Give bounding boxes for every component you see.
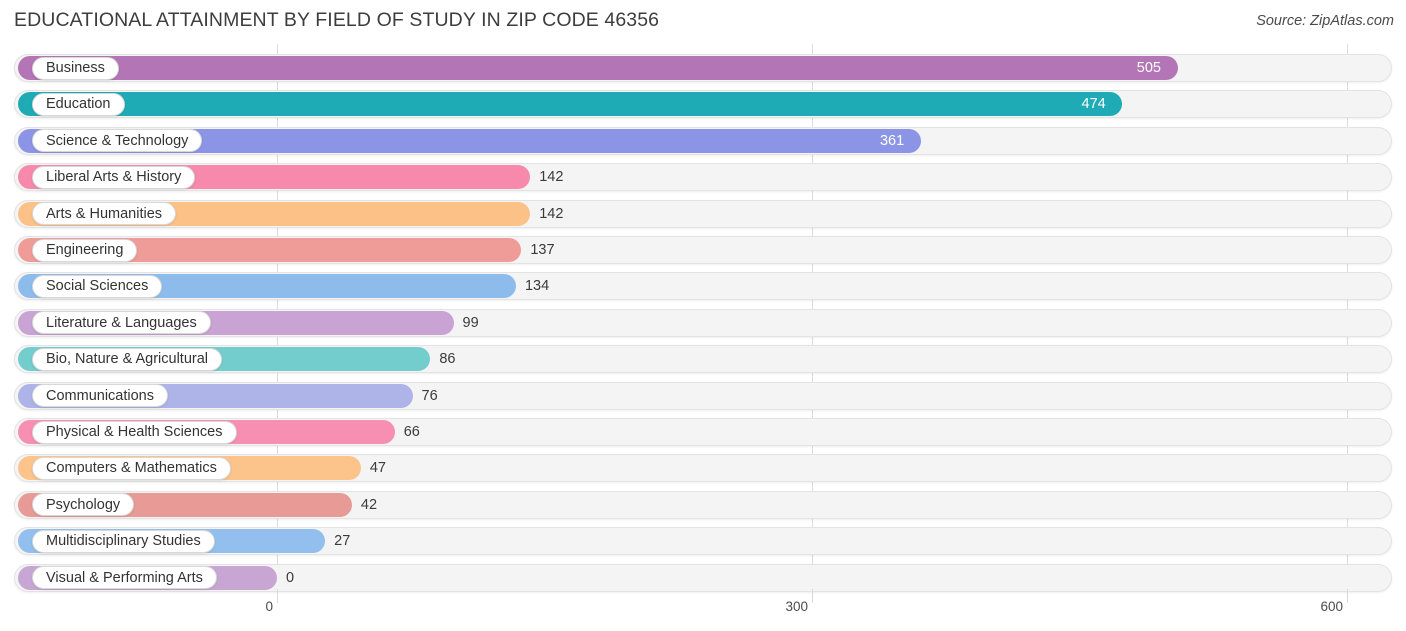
bar-category-label: Science & Technology	[32, 129, 203, 153]
bar-category-label: Business	[32, 56, 119, 80]
bar-category-label: Engineering	[32, 238, 138, 262]
bar-row[interactable]: Visual & Performing Arts 0	[0, 562, 1406, 594]
bar-value-label: 474	[1081, 96, 1106, 113]
chart-plot-area: Business 505 Education 474 Science & Technol…	[0, 44, 1406, 595]
bar-category-label: Visual & Performing Arts	[32, 566, 217, 590]
bar-value-label: 142	[539, 205, 564, 222]
bar-category-label: Arts & Humanities	[32, 202, 177, 226]
x-axis: 0 300 600	[0, 589, 1406, 631]
bar-row[interactable]: Multidisciplinary Studies 27	[0, 525, 1406, 557]
bar-value-label: 66	[403, 424, 420, 440]
page-title: EDUCATIONAL ATTAINMENT BY FIELD OF STUDY…	[14, 9, 660, 31]
bar-row[interactable]: Physical & Health Sciences 66	[0, 416, 1406, 448]
source-attribution: Source: ZipAtlas.com	[1256, 13, 1394, 29]
bar-category-label: Communications	[32, 384, 168, 408]
x-tick-mark	[277, 589, 278, 603]
bar-value-label: 361	[879, 132, 905, 149]
bar-row[interactable]: Social Sciences 134	[0, 270, 1406, 302]
bar[interactable]	[18, 56, 1178, 80]
bar-row[interactable]: Arts & Humanities 142	[0, 198, 1406, 230]
bar-value-label: 42	[360, 496, 378, 513]
bar-value-label: 505	[1136, 60, 1161, 76]
chart-header: EDUCATIONAL ATTAINMENT BY FIELD OF STUDY…	[0, 0, 1406, 44]
x-tick-label: 0	[265, 599, 273, 614]
bar-row[interactable]: Liberal Arts & History 142	[0, 161, 1406, 193]
x-tick-label: 600	[1320, 599, 1343, 614]
bar-category-label: Psychology	[32, 493, 135, 517]
bar-value-label: 142	[539, 169, 564, 186]
bar-row[interactable]: Education 474	[0, 88, 1406, 120]
bar-category-label: Liberal Arts & History	[32, 165, 196, 189]
bar-row[interactable]: Communications 76	[0, 380, 1406, 412]
x-tick-mark	[1347, 589, 1348, 603]
bar-row[interactable]: Bio, Nature & Agricultural 86	[0, 343, 1406, 375]
bar-row[interactable]: Literature & Languages 99	[0, 307, 1406, 339]
bar-category-label: Social Sciences	[32, 274, 163, 298]
bar-value-label: 76	[421, 387, 438, 404]
bar-category-label: Computers & Mathematics	[32, 456, 231, 480]
bar-value-label: 86	[439, 351, 456, 368]
bar-category-label: Literature & Languages	[32, 311, 211, 335]
bar-value-label: 0	[286, 569, 295, 586]
bar-value-label: 47	[369, 460, 386, 477]
bar-value-label: 27	[334, 533, 351, 550]
bar-category-label: Multidisciplinary Studies	[32, 529, 215, 553]
bar-value-label: 99	[462, 314, 479, 331]
bar-row[interactable]: Computers & Mathematics 47	[0, 452, 1406, 484]
bar-row[interactable]: Psychology 42	[0, 489, 1406, 521]
bar-value-label: 137	[530, 242, 555, 258]
bar-row[interactable]: Engineering 137	[0, 234, 1406, 266]
bar-row[interactable]: Science & Technology 361	[0, 125, 1406, 157]
bar-value-label: 134	[524, 278, 550, 295]
bar-category-label: Education	[32, 92, 125, 116]
bar-category-label: Bio, Nature & Agricultural	[32, 347, 222, 371]
bar-category-label: Physical & Health Sciences	[32, 420, 237, 444]
x-tick-mark	[812, 589, 813, 603]
x-tick-label: 300	[785, 599, 808, 614]
bar[interactable]	[18, 92, 1123, 117]
bar-row[interactable]: Business 505	[0, 52, 1406, 84]
